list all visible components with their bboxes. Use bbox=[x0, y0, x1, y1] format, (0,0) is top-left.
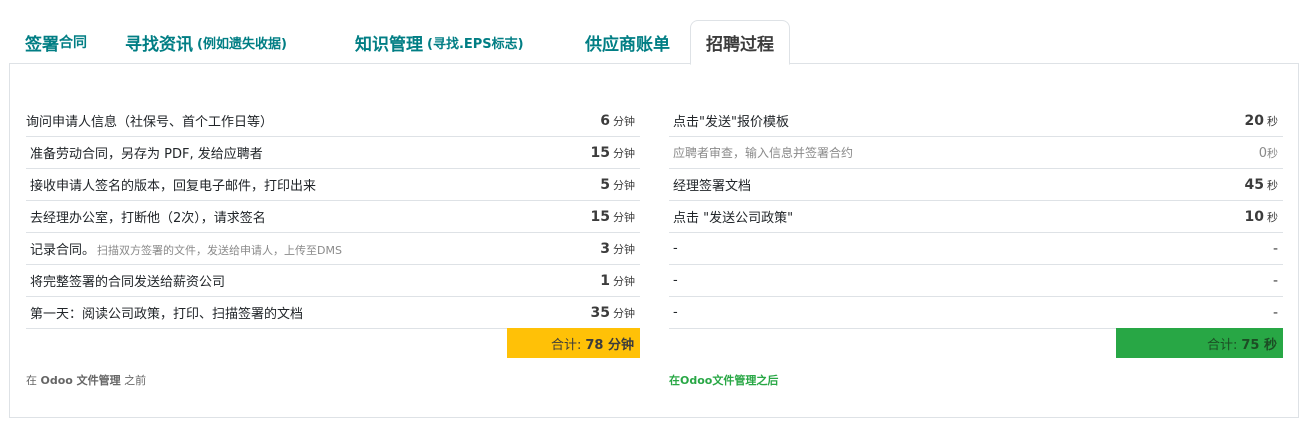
note-suffix: 之前 bbox=[124, 374, 147, 387]
duration-value: 10 bbox=[1244, 208, 1264, 225]
duration-unit: 秒 bbox=[1267, 210, 1278, 224]
task-label: 点击 "发送公司政策" bbox=[673, 211, 794, 226]
total-label: 合计: bbox=[550, 337, 582, 353]
duration-value: 1 bbox=[600, 272, 610, 289]
task-label: 去经理办公室，打断他（2次），请求签名 bbox=[30, 211, 266, 226]
duration-unit: 秒 bbox=[1267, 114, 1278, 128]
task-row: 去经理办公室，打断他（2次），请求签名 15 分钟 bbox=[26, 201, 640, 233]
task-label: 应聘者审查，输入信息并签署合约 bbox=[673, 146, 854, 160]
duration-value: 35 bbox=[590, 304, 610, 321]
duration-value: 20 bbox=[1244, 112, 1264, 129]
task-duration: - bbox=[1272, 240, 1278, 257]
tab-label: 签署 bbox=[25, 34, 59, 55]
task-label: 记录合同。 扫描双方签署的文件，发送给申请人，上传至DMS bbox=[26, 239, 342, 258]
task-label: 准备劳动合同，另存为 PDF, 发给应聘者 bbox=[30, 147, 263, 162]
total-label: 合计: bbox=[1206, 337, 1238, 353]
tab-bar: 签署 合同 寻找资讯 (例如遗失收据) 知识管理 (寻找.EPS标志) 供应商账单 招… bbox=[9, 20, 1299, 65]
tab-sub: (例如遗失收据) bbox=[197, 36, 287, 52]
tab-knowledge[interactable]: 知识管理 (寻找.EPS标志) bbox=[355, 20, 524, 64]
duration-unit: 分钟 bbox=[613, 274, 635, 288]
duration-value: 6 bbox=[600, 112, 610, 129]
task-row: 准备劳动合同，另存为 PDF, 发给应聘者 15 分钟 bbox=[26, 137, 640, 169]
duration-value: 0 bbox=[1258, 145, 1267, 161]
task-label: 经理签署文档 bbox=[673, 179, 752, 194]
task-label: - bbox=[673, 305, 678, 320]
tab-vendor-bills[interactable]: 供应商账单 bbox=[585, 20, 670, 64]
task-duration: 15 分钟 bbox=[591, 145, 640, 161]
duration-unit: 分钟 bbox=[613, 178, 635, 192]
task-row: 接收申请人签名的版本，回复电子邮件，打印出来 5 分钟 bbox=[26, 169, 640, 201]
duration-unit: 分钟 bbox=[613, 306, 635, 320]
task-duration: 3 分钟 bbox=[600, 241, 640, 257]
task-label: - bbox=[673, 273, 678, 288]
task-row: 点击"发送"报价模板 20 秒 bbox=[669, 105, 1283, 137]
note-before: 在 Odoo 文件管理 之前 bbox=[26, 372, 146, 388]
duration-unit: 秒 bbox=[1267, 178, 1278, 192]
task-duration: 35 分钟 bbox=[591, 305, 640, 321]
duration-value: 3 bbox=[600, 240, 610, 257]
total-value: 75 秒 bbox=[1241, 337, 1277, 353]
task-duration: 1 分钟 bbox=[600, 273, 640, 289]
task-label-detail: 扫描双方签署的文件，发送给申请人，上传至DMS bbox=[97, 244, 342, 257]
tab-sub: (寻找.EPS标志) bbox=[427, 36, 524, 52]
before-list: 询问申请人信息（社保号、首个工作日等） 6 分钟 准备劳动合同，另存为 PDF, … bbox=[26, 105, 640, 329]
task-row: 应聘者审查，输入信息并签署合约 0秒 bbox=[669, 137, 1283, 169]
after-list: 点击"发送"报价模板 20 秒 应聘者审查，输入信息并签署合约 0秒 经理签署文档… bbox=[669, 105, 1283, 329]
duration-unit: 分钟 bbox=[613, 146, 635, 160]
task-duration: 20 秒 bbox=[1245, 113, 1283, 129]
task-row-empty: - - bbox=[669, 233, 1283, 265]
task-row: 将完整签署的合同发送给薪资公司 1 分钟 bbox=[26, 265, 640, 297]
tab-label: 寻找资讯 bbox=[125, 34, 193, 55]
tab-sign-contract[interactable]: 签署 合同 bbox=[25, 20, 87, 64]
tab-find-info[interactable]: 寻找资讯 (例如遗失收据) bbox=[125, 20, 287, 64]
note-prefix: 在 bbox=[26, 374, 37, 387]
total-after: 合计: 75 秒 bbox=[1116, 328, 1283, 358]
duration-value: 15 bbox=[590, 208, 610, 225]
task-label: 第一天：阅读公司政策，打印、扫描签署的文档 bbox=[30, 307, 304, 322]
tab-suffix: 合同 bbox=[59, 35, 87, 51]
task-row-empty: - - bbox=[669, 265, 1283, 297]
duration-unit: 分钟 bbox=[613, 210, 635, 224]
total-value: 78 分钟 bbox=[585, 337, 634, 353]
task-label: 将完整签署的合同发送给薪资公司 bbox=[30, 275, 226, 290]
duration-value: 45 bbox=[1244, 176, 1264, 193]
task-label: 点击"发送"报价模板 bbox=[673, 115, 789, 130]
task-duration: 10 秒 bbox=[1245, 209, 1283, 225]
duration-value: 5 bbox=[600, 176, 610, 193]
duration-unit: 分钟 bbox=[613, 242, 635, 256]
task-row-empty: - - bbox=[669, 297, 1283, 329]
duration-value: 15 bbox=[590, 144, 610, 161]
task-duration: 6 分钟 bbox=[600, 113, 640, 129]
task-duration: 45 秒 bbox=[1245, 177, 1283, 193]
task-row: 记录合同。 扫描双方签署的文件，发送给申请人，上传至DMS 3 分钟 bbox=[26, 233, 640, 265]
task-row: 询问申请人信息（社保号、首个工作日等） 6 分钟 bbox=[26, 105, 640, 137]
tab-label: 招聘过程 bbox=[706, 35, 774, 55]
task-label-main: 记录合同。 bbox=[30, 243, 96, 258]
tab-panel: 询问申请人信息（社保号、首个工作日等） 6 分钟 准备劳动合同，另存为 PDF, … bbox=[9, 63, 1299, 418]
task-duration: 5 分钟 bbox=[600, 177, 640, 193]
tab-recruitment[interactable]: 招聘过程 bbox=[690, 20, 790, 65]
task-row: 第一天：阅读公司政策，打印、扫描签署的文档 35 分钟 bbox=[26, 297, 640, 329]
task-label: 接收申请人签名的版本，回复电子邮件，打印出来 bbox=[30, 179, 317, 194]
duration-unit: 秒 bbox=[1267, 146, 1278, 160]
task-label: - bbox=[673, 241, 678, 256]
task-label: 询问申请人信息（社保号、首个工作日等） bbox=[26, 115, 274, 130]
task-duration: - bbox=[1272, 272, 1278, 289]
task-duration: 15 分钟 bbox=[591, 209, 640, 225]
note-after: 在Odoo文件管理之后 bbox=[669, 374, 779, 387]
tab-label: 知识管理 bbox=[355, 34, 423, 55]
task-row: 经理签署文档 45 秒 bbox=[669, 169, 1283, 201]
task-duration: - bbox=[1272, 304, 1278, 321]
note-bold: Odoo 文件管理 bbox=[40, 374, 121, 387]
duration-unit: 分钟 bbox=[613, 114, 635, 128]
tab-label: 供应商账单 bbox=[585, 34, 670, 55]
task-row: 点击 "发送公司政策" 10 秒 bbox=[669, 201, 1283, 233]
total-before: 合计: 78 分钟 bbox=[507, 328, 640, 358]
task-duration: 0秒 bbox=[1259, 145, 1283, 161]
